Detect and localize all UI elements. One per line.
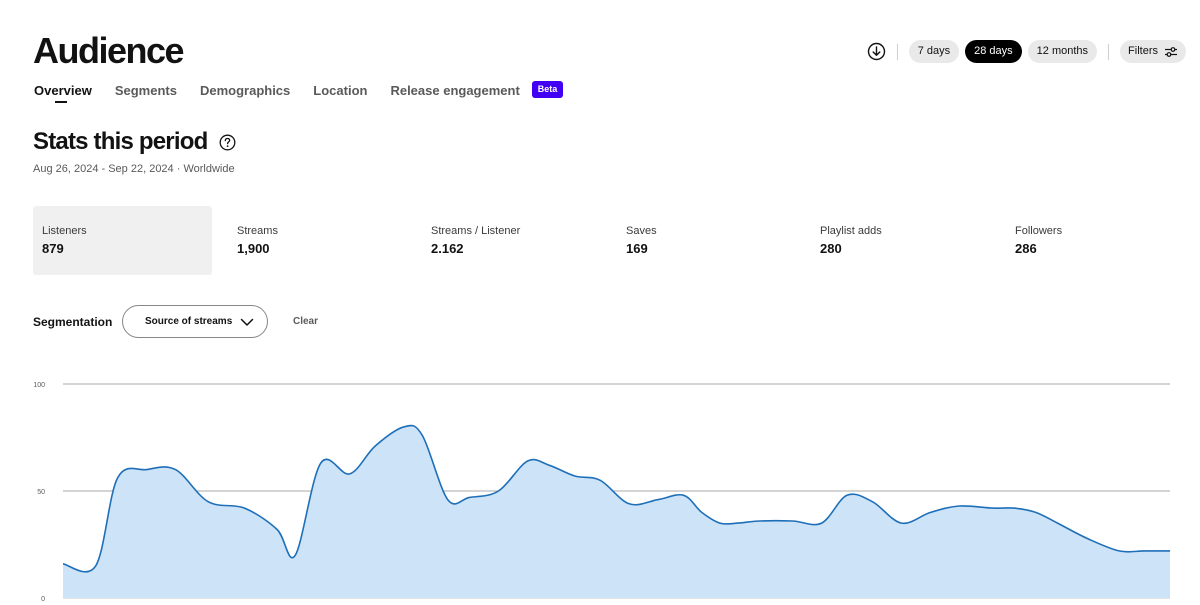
y-tick-label: 0 [41, 596, 45, 603]
stat-label: Streams [237, 225, 278, 237]
stat-listeners[interactable]: Listeners 879 [33, 206, 212, 275]
page-title: Audience [33, 30, 185, 71]
filters-button[interactable]: Filters [1120, 40, 1186, 63]
stat-value: 1,900 [237, 241, 270, 256]
toolbar-divider [1108, 43, 1110, 60]
stat-streams[interactable]: Streams 1,900 [228, 206, 408, 275]
stat-value: 280 [820, 241, 842, 256]
beta-badge: Beta [531, 81, 564, 98]
question-circle-icon[interactable] [219, 134, 236, 151]
toolbar: 7 days 28 days 12 months Filters [867, 40, 1186, 63]
y-tick-label: 50 [37, 489, 45, 496]
stat-label: Followers [1015, 225, 1063, 237]
stat-value: 879 [42, 241, 64, 256]
tab-bar: Overview Segments Demographics Location … [34, 80, 564, 110]
stat-saves[interactable]: Saves 169 [617, 206, 797, 275]
tab-overview[interactable]: Overview [34, 80, 92, 103]
range-12-months-button[interactable]: 12 months [1027, 40, 1098, 63]
stats-title-text: Stats this period [33, 128, 208, 155]
tab-segments[interactable]: Segments [115, 80, 177, 98]
series-area [63, 425, 1170, 598]
chevron-down-icon [240, 316, 254, 328]
stat-label: Streams / Listener [431, 225, 521, 237]
tab-location[interactable]: Location [313, 80, 367, 98]
stat-value: 286 [1015, 241, 1037, 256]
stat-streams-per-listener[interactable]: Streams / Listener 2.162 [422, 206, 602, 275]
stat-followers[interactable]: Followers 286 [1006, 206, 1186, 275]
y-tick-label: 100 [33, 382, 45, 389]
stat-label: Saves [626, 225, 657, 237]
range-28-days-button[interactable]: 28 days [965, 40, 1022, 63]
filters-label: Filters [1128, 45, 1158, 57]
stats-section-title: Stats this period [33, 126, 236, 158]
stats-row: Listeners 879 Streams 1,900 Streams / Li… [33, 206, 1193, 275]
segmentation-selected: Source of streams [145, 316, 233, 327]
segmentation-label: Segmentation [33, 315, 113, 329]
download-circle-icon[interactable] [867, 42, 886, 61]
stat-value: 169 [626, 241, 648, 256]
tab-release-engagement[interactable]: Release engagement [390, 80, 519, 98]
toolbar-divider [896, 43, 898, 60]
range-7-days-button[interactable]: 7 days [908, 40, 960, 63]
segmentation-dropdown[interactable]: Source of streams [122, 305, 268, 338]
date-range: Aug 26, 2024 - Sep 22, 2024 · Worldwide [33, 163, 235, 175]
tab-demographics[interactable]: Demographics [200, 80, 290, 98]
clear-segmentation-button[interactable]: Clear [293, 316, 318, 327]
sliders-icon [1164, 46, 1178, 58]
stat-label: Listeners [42, 225, 87, 237]
stat-playlist-adds[interactable]: Playlist adds 280 [811, 206, 991, 275]
listeners-chart: 0 50 100 [33, 382, 1170, 603]
stat-value: 2.162 [431, 241, 464, 256]
stat-label: Playlist adds [820, 225, 882, 237]
